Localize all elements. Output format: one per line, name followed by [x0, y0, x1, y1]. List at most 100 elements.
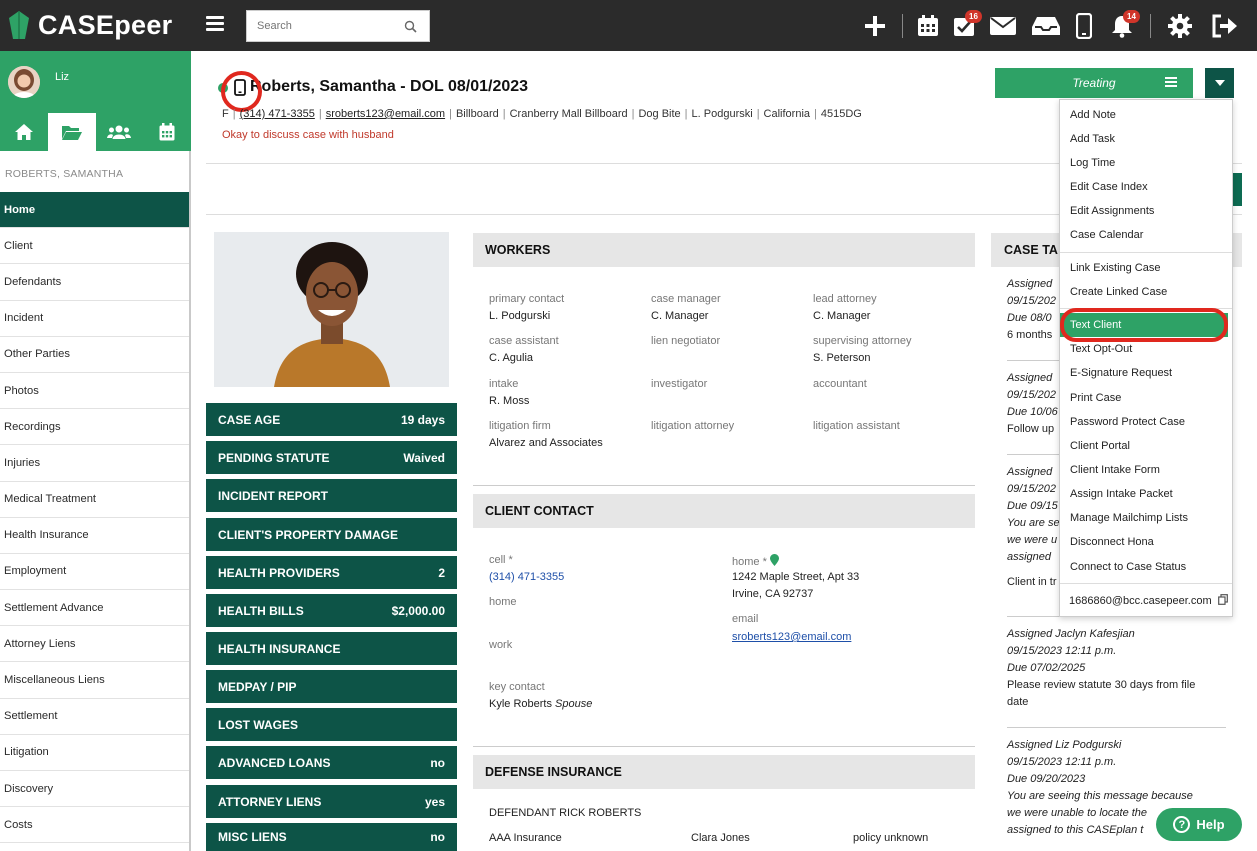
task-text: date	[1007, 696, 1029, 708]
sidebar-item-settlement[interactable]: Settlement	[0, 699, 189, 735]
task-assignee: Assigned Liz Podgurski	[1007, 739, 1122, 751]
mobile-phone-icon[interactable]	[1074, 12, 1094, 40]
sidebar-item-miscellaneous-liens[interactable]: Miscellaneous Liens	[0, 662, 189, 699]
menu-case-email[interactable]: 1686860@bcc.casepeer.com	[1069, 594, 1228, 607]
menu-item-edit-assignments[interactable]: Edit Assignments	[1070, 205, 1154, 217]
menu-item-disconnect-hona[interactable]: Disconnect Hona	[1070, 536, 1154, 548]
case-actions-dropdown-button[interactable]	[1205, 68, 1234, 98]
tile-pending-statute[interactable]: PENDING STATUTE Waived	[206, 441, 457, 474]
sidebar-item-injuries[interactable]: Injuries	[0, 445, 189, 482]
client-photo[interactable]	[214, 232, 449, 387]
tile-medpay-pip[interactable]: MEDPAY / PIP	[206, 670, 457, 703]
calendar-icon[interactable]	[916, 12, 940, 40]
sidebar-item-attorney-liens[interactable]: Attorney Liens	[0, 626, 189, 663]
tile-attorney-liens[interactable]: ATTORNEY LIENS yes	[206, 785, 457, 818]
tile-incident-report[interactable]: INCIDENT REPORT	[206, 479, 457, 512]
envelope-icon[interactable]	[989, 12, 1017, 40]
menu-item-print-case[interactable]: Print Case	[1070, 392, 1121, 404]
tab-calendar[interactable]	[143, 113, 191, 151]
menu-item-create-linked-case[interactable]: Create Linked Case	[1070, 286, 1167, 298]
worker-label: investigator	[651, 378, 708, 390]
copy-icon[interactable]	[1217, 594, 1228, 605]
client-email-link[interactable]: sroberts123@email.com	[326, 108, 445, 120]
client-gender: F	[222, 108, 229, 120]
help-label: Help	[1196, 817, 1225, 832]
search-icon[interactable]	[404, 20, 417, 33]
sidebar-item-employment[interactable]: Employment	[0, 554, 189, 591]
tasks-icon[interactable]: 16	[952, 10, 982, 40]
logout-icon[interactable]	[1210, 12, 1240, 40]
home-address-label-text: home *	[732, 556, 767, 568]
menu-item-add-task[interactable]: Add Task	[1070, 133, 1115, 145]
tile-case-age[interactable]: CASE AGE 19 days	[206, 403, 457, 436]
menu-item-assign-intake-packet[interactable]: Assign Intake Packet	[1070, 488, 1173, 500]
menu-item-link-existing-case[interactable]: Link Existing Case	[1070, 262, 1161, 274]
casepeer-logo[interactable]: CASEpeer	[8, 8, 172, 42]
tab-home[interactable]	[0, 113, 48, 151]
tile-health-bills[interactable]: HEALTH BILLS $2,000.00	[206, 594, 457, 627]
sidebar-item-discovery[interactable]: Discovery	[0, 771, 189, 808]
sidebar-item-litigation[interactable]: Litigation	[0, 735, 189, 771]
menu-item-case-calendar[interactable]: Case Calendar	[1070, 229, 1143, 241]
menu-item-password-protect-case[interactable]: Password Protect Case	[1070, 416, 1185, 428]
tile-property-damage[interactable]: CLIENT'S PROPERTY DAMAGE	[206, 518, 457, 551]
task-text: Please review statute 30 days from file	[1007, 679, 1196, 691]
email-label: email	[732, 613, 759, 625]
tasks-badge: 16	[965, 10, 982, 23]
user-name[interactable]: Liz	[55, 71, 69, 83]
cell-phone-value[interactable]: (314) 471-3355	[489, 571, 564, 583]
menu-item-client-portal[interactable]: Client Portal	[1070, 440, 1130, 452]
sidebar-item-settlement-advance[interactable]: Settlement Advance	[0, 590, 189, 627]
email-link[interactable]: sroberts123@email.com	[732, 631, 851, 643]
sidebar-item-health-insurance[interactable]: Health Insurance	[0, 518, 189, 554]
insurer-name[interactable]: AAA Insurance	[489, 832, 562, 844]
sidebar-item-other-parties[interactable]: Other Parties	[0, 337, 189, 373]
client-phone-link[interactable]: (314) 471-3355	[240, 108, 315, 120]
search-box[interactable]	[246, 10, 430, 42]
adjuster-name[interactable]: Clara Jones	[691, 832, 750, 844]
sidebar-case-name: ROBERTS, SAMANTHA	[5, 168, 124, 180]
menu-item-manage-mailchimp-lists[interactable]: Manage Mailchimp Lists	[1070, 512, 1188, 524]
sidebar-item-incident[interactable]: Incident	[0, 301, 189, 337]
sidebar-item-costs[interactable]: Costs	[0, 807, 189, 844]
folder-open-icon	[61, 125, 82, 140]
tab-contacts[interactable]	[96, 113, 144, 151]
sidebar-item-client[interactable]: Client	[0, 228, 189, 265]
hamburger-menu-icon[interactable]	[206, 14, 224, 32]
tile-advanced-loans[interactable]: ADVANCED LOANS no	[206, 746, 457, 779]
sidebar-item-home[interactable]: Home	[0, 192, 189, 229]
sidebar-item-defendants[interactable]: Defendants	[0, 264, 189, 301]
task-item[interactable]: Assigned Jaclyn Kafesjian 09/15/2023 12:…	[1007, 626, 1227, 711]
tile-label: HEALTH PROVIDERS	[218, 565, 340, 580]
tile-health-insurance[interactable]: HEALTH INSURANCE	[206, 632, 457, 665]
menu-item-e-signature-request[interactable]: E-Signature Request	[1070, 367, 1172, 379]
help-button[interactable]: ? Help	[1156, 808, 1242, 841]
tile-label: MEDPAY / PIP	[218, 679, 297, 694]
divider	[1007, 727, 1226, 728]
tile-misc-liens[interactable]: MISC LIENS no	[206, 823, 457, 851]
bell-icon[interactable]: 14	[1110, 10, 1140, 40]
sidebar-item-recordings[interactable]: Recordings	[0, 409, 189, 446]
sidebar-item-medical-treatment[interactable]: Medical Treatment	[0, 482, 189, 518]
plus-icon[interactable]	[863, 12, 887, 40]
task-date: 09/15/2023 12:11 p.m.	[1007, 756, 1117, 768]
menu-item-connect-to-case-status[interactable]: Connect to Case Status	[1070, 561, 1186, 573]
inbox-icon[interactable]	[1031, 12, 1061, 40]
tile-health-providers[interactable]: HEALTH PROVIDERS 2	[206, 556, 457, 589]
menu-item-edit-case-index[interactable]: Edit Case Index	[1070, 181, 1148, 193]
case-status-button[interactable]: Treating	[995, 68, 1193, 98]
case-tag: Billboard	[455, 108, 499, 120]
sidebar-item-photos[interactable]: Photos	[0, 373, 189, 410]
page-title: Roberts, Samantha - DOL 08/01/2023	[250, 78, 529, 95]
menu-item-text-opt-out[interactable]: Text Opt-Out	[1070, 343, 1132, 355]
gear-icon[interactable]	[1167, 12, 1193, 40]
tab-cases[interactable]	[47, 113, 96, 151]
search-input[interactable]	[247, 11, 397, 41]
tile-value: no	[430, 755, 445, 770]
avatar[interactable]	[8, 66, 40, 98]
menu-item-add-note[interactable]: Add Note	[1070, 109, 1116, 121]
menu-item-log-time[interactable]: Log Time	[1070, 157, 1115, 169]
menu-item-client-intake-form[interactable]: Client Intake Form	[1070, 464, 1160, 476]
map-pin-icon[interactable]	[769, 554, 779, 566]
tile-lost-wages[interactable]: LOST WAGES	[206, 708, 457, 741]
